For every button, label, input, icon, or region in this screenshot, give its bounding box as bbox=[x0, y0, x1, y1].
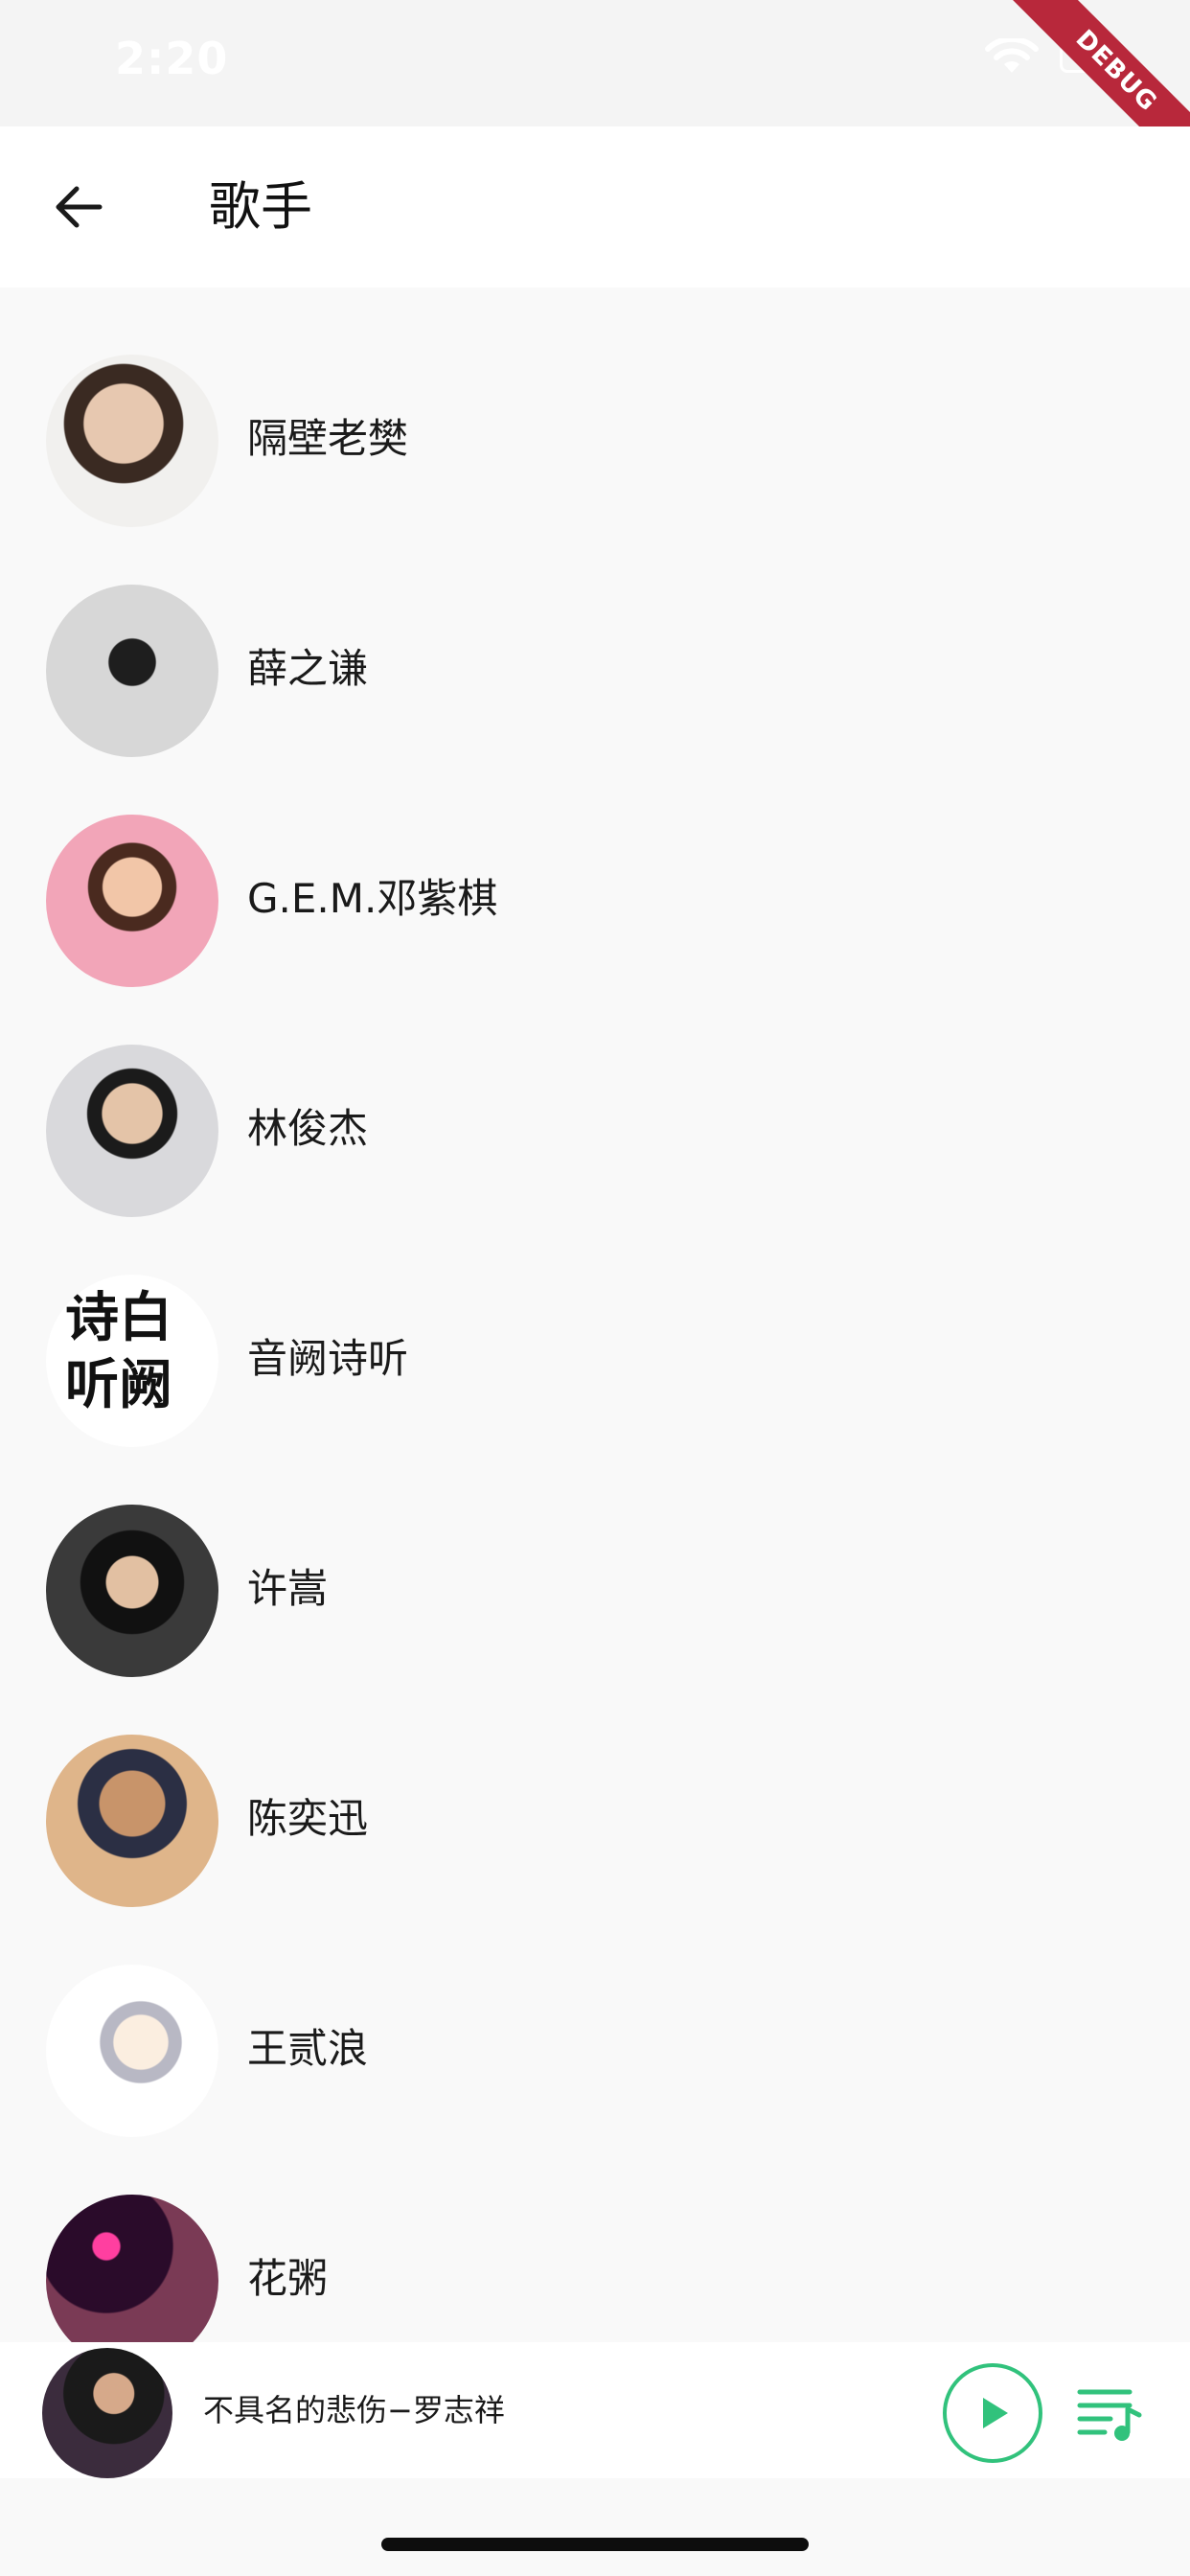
avatar bbox=[46, 1735, 218, 1907]
playlist-icon bbox=[1077, 2389, 1142, 2441]
artist-item-3[interactable]: 林俊杰 bbox=[0, 978, 1190, 1217]
arrow-left-icon bbox=[56, 186, 103, 228]
avatar bbox=[46, 2195, 218, 2367]
avatar: 诗白 听阙 bbox=[46, 1275, 218, 1447]
status-time: 2:20 bbox=[115, 33, 229, 84]
page-title: 歌手 bbox=[209, 176, 312, 237]
wifi-icon bbox=[985, 38, 1039, 73]
playlist-button[interactable] bbox=[1071, 2375, 1148, 2451]
artist-name: 陈奕迅 bbox=[247, 1795, 369, 1842]
avatar bbox=[46, 355, 218, 527]
artist-item-6[interactable]: 陈奕迅 bbox=[0, 1668, 1190, 1907]
artist-name: 许嵩 bbox=[247, 1565, 329, 1612]
artist-item-2[interactable]: G.E.M.邓紫棋 bbox=[0, 748, 1190, 987]
artist-name: 薛之谦 bbox=[247, 645, 369, 692]
avatar bbox=[46, 1965, 218, 2137]
avatar bbox=[46, 1505, 218, 1677]
mini-player[interactable]: 不具名的悲伤−罗志祥 bbox=[0, 2342, 1190, 2478]
home-indicator[interactable] bbox=[381, 2538, 809, 2551]
artist-item-4[interactable]: 诗白 听阙 音阙诗听 bbox=[0, 1208, 1190, 1447]
avatar bbox=[46, 585, 218, 757]
artist-name: 隔壁老樊 bbox=[247, 415, 409, 462]
artist-item-7[interactable]: 王贰浪 bbox=[0, 1898, 1190, 2137]
back-button[interactable] bbox=[29, 157, 128, 257]
app-bar: 歌手 bbox=[0, 126, 1190, 288]
avatar bbox=[46, 815, 218, 987]
artist-name: 王贰浪 bbox=[247, 2025, 369, 2072]
avatar bbox=[46, 1045, 218, 1217]
artist-item-0[interactable]: 隔壁老樊 bbox=[0, 288, 1190, 527]
artist-name: G.E.M.邓紫棋 bbox=[247, 875, 498, 922]
artist-item-8[interactable]: 花粥 bbox=[0, 2128, 1190, 2367]
mini-player-album-art[interactable] bbox=[42, 2348, 172, 2478]
status-bar: 2:20 bbox=[0, 0, 1190, 126]
avatar-calligraphy: 诗白 听阙 bbox=[65, 1286, 172, 1416]
artist-item-1[interactable]: 薛之谦 bbox=[0, 518, 1190, 757]
play-button[interactable] bbox=[943, 2363, 1042, 2463]
artist-item-5[interactable]: 许嵩 bbox=[0, 1438, 1190, 1677]
artist-name: 花粥 bbox=[247, 2255, 329, 2302]
play-icon bbox=[983, 2398, 1008, 2428]
artist-name: 林俊杰 bbox=[247, 1105, 369, 1152]
artist-name: 音阙诗听 bbox=[247, 1335, 409, 1382]
now-playing-title[interactable]: 不具名的悲伤−罗志祥 bbox=[203, 2388, 505, 2432]
